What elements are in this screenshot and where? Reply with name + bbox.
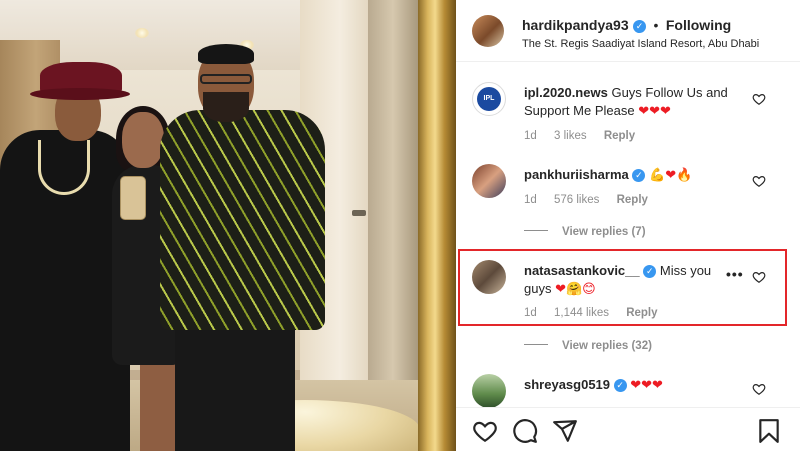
view-replies-label: View replies (32) (562, 340, 652, 352)
bookmark-icon[interactable] (756, 418, 782, 444)
photo-door-handle (352, 210, 366, 216)
comment-text: ipl.2020.news Guys Follow Us and Support… (524, 84, 746, 120)
person-left-chain (38, 140, 90, 195)
person-right-glasses (200, 74, 252, 84)
comment-likes[interactable]: 3 likes (554, 130, 587, 142)
heart-icon[interactable] (752, 382, 766, 396)
highlight-box (458, 249, 787, 326)
verified-icon: ✓ (633, 20, 647, 33)
comment-text: pankhuriisharma ✓ 💪❤🔥 (524, 166, 746, 184)
instagram-post-view: hardikpandya93 ✓ • Following The St. Reg… (0, 0, 800, 451)
author-line: hardikpandya93 ✓ • Following (522, 17, 731, 35)
commenter-avatar[interactable] (472, 164, 506, 198)
comment-text: shreyasg0519 ✓ ❤❤❤ (524, 376, 746, 394)
view-replies-button[interactable]: View replies (32) (524, 340, 652, 352)
view-replies-label: View replies (7) (562, 226, 646, 238)
view-replies-line (524, 230, 548, 231)
person-right-hair (198, 44, 254, 64)
verified-icon: ✓ (613, 379, 627, 392)
phone (120, 176, 146, 220)
author-avatar[interactable] (472, 15, 504, 47)
person-right-shirt (160, 110, 325, 330)
comment-emoji: ❤❤❤ (630, 377, 663, 392)
view-replies-button[interactable]: View replies (7) (524, 226, 646, 238)
share-icon[interactable] (552, 418, 578, 444)
author-username[interactable]: hardikpandya93 (522, 17, 629, 33)
post-photo[interactable] (0, 0, 456, 451)
ipl-logo-avatar: IPL (477, 87, 501, 111)
comment-icon[interactable] (512, 418, 538, 444)
post-header: hardikpandya93 ✓ • Following The St. Reg… (456, 0, 800, 62)
comment-likes[interactable]: 576 likes (554, 194, 599, 206)
person-right-pants (175, 320, 295, 451)
comment-time: 1d (524, 130, 537, 142)
person-middle-head (122, 112, 164, 168)
verified-icon: ✓ (632, 169, 646, 182)
like-heart-icon[interactable] (472, 418, 498, 444)
person-left-hat-brim (30, 88, 130, 100)
comment-emoji: 💪❤🔥 (649, 167, 693, 182)
commenter-avatar[interactable]: IPL (472, 82, 506, 116)
comment-time: 1d (524, 194, 537, 206)
comment-emoji: ❤❤❤ (638, 103, 671, 118)
person-right-beard (203, 92, 249, 122)
view-replies-line (524, 344, 548, 345)
reply-button[interactable]: Reply (604, 130, 635, 142)
heart-icon[interactable] (752, 174, 766, 188)
header-separator: • (653, 17, 659, 33)
commenter-avatar[interactable] (472, 374, 506, 408)
commenter-username[interactable]: shreyasg0519 (524, 377, 610, 392)
post-location[interactable]: The St. Regis Saadiyat Island Resort, Ab… (522, 38, 759, 50)
photo-gold-mirror-frame (418, 0, 456, 451)
comment-meta: 1d 3 likes Reply (524, 130, 649, 142)
ceiling-light (135, 28, 149, 38)
heart-icon[interactable] (752, 92, 766, 106)
reply-button[interactable]: Reply (617, 194, 648, 206)
commenter-username[interactable]: ipl.2020.news (524, 85, 608, 100)
follow-status-button[interactable]: Following (666, 17, 731, 33)
comments-panel: hardikpandya93 ✓ • Following The St. Reg… (456, 0, 800, 451)
commenter-username[interactable]: pankhuriisharma (524, 167, 629, 182)
comment-meta: 1d 576 likes Reply (524, 194, 662, 206)
action-bar (456, 407, 800, 451)
